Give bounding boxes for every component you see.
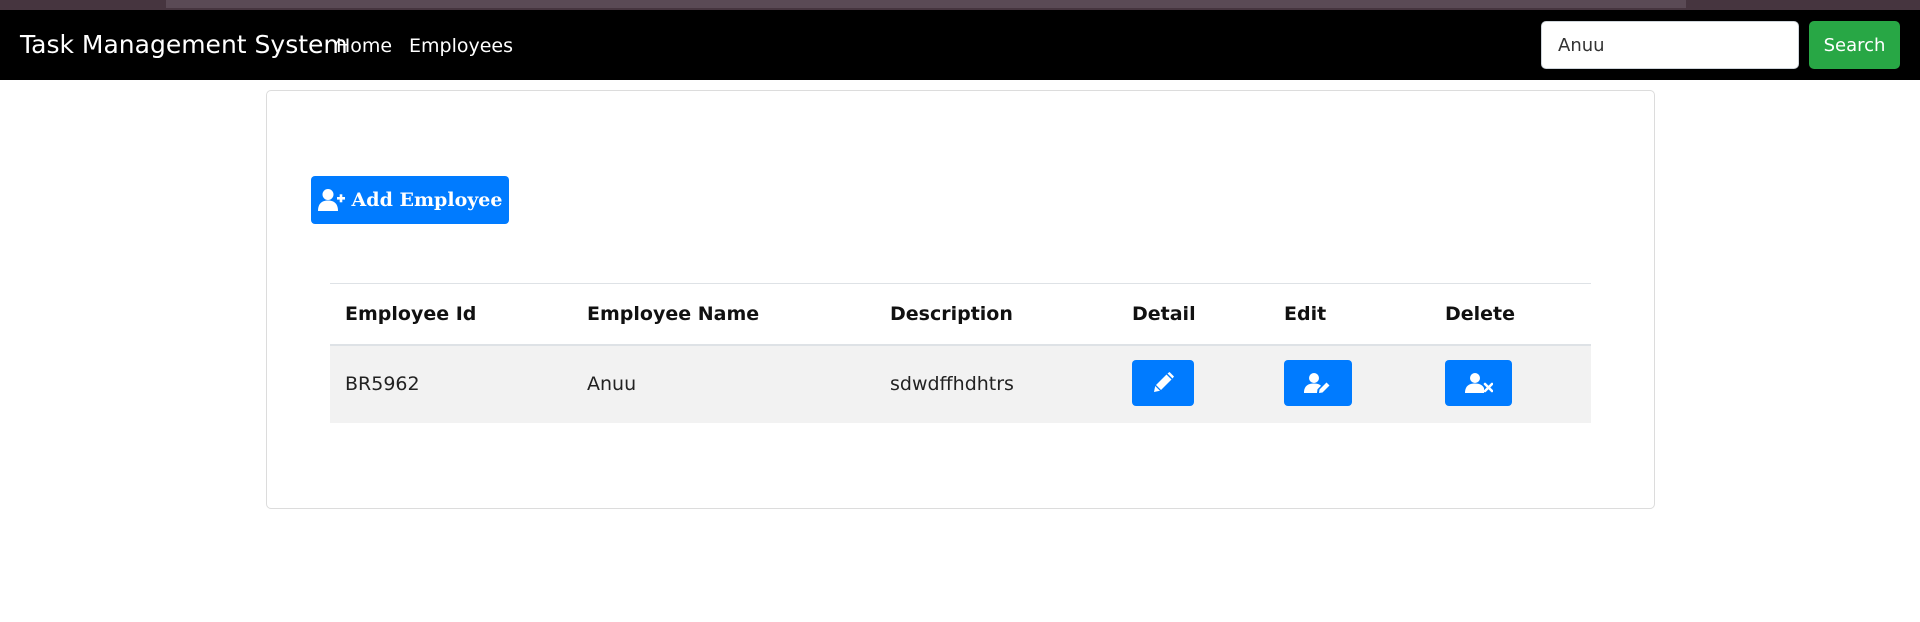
brand-title[interactable]: Task Management System xyxy=(20,29,348,61)
delete-button[interactable] xyxy=(1445,360,1512,406)
window-top-strip-inner xyxy=(166,0,1686,8)
window-top-strip xyxy=(0,0,1920,10)
nav-link-employees[interactable]: Employees xyxy=(409,34,513,58)
edit-button[interactable] xyxy=(1284,360,1352,406)
user-delete-icon xyxy=(1464,373,1493,393)
navbar: Task Management System Home Employees Se… xyxy=(0,10,1920,80)
add-employee-button[interactable]: Add Employee xyxy=(311,176,509,224)
cell-employee-name: Anuu xyxy=(587,373,637,395)
table-header-row: Employee Id Employee Name Description De… xyxy=(330,283,1591,345)
cell-description: sdwdffhdhtrs xyxy=(890,373,1014,395)
nav-link-home[interactable]: Home xyxy=(336,34,392,58)
header-detail: Detail xyxy=(1132,302,1196,325)
detail-button[interactable] xyxy=(1132,360,1194,406)
header-employee-name: Employee Name xyxy=(587,302,760,325)
table-row: BR5962 Anuu sdwdffhdhtrs xyxy=(330,344,1591,423)
pen-icon xyxy=(1154,372,1174,392)
header-delete: Delete xyxy=(1445,302,1516,325)
cell-edit xyxy=(1269,345,1430,423)
header-description: Description xyxy=(890,302,1013,325)
search-input[interactable] xyxy=(1541,21,1799,69)
cell-employee-id: BR5962 xyxy=(345,373,420,395)
employees-table-wrap: Employee Id Employee Name Description De… xyxy=(330,283,1591,423)
header-edit: Edit xyxy=(1284,302,1327,325)
cell-delete xyxy=(1430,345,1591,423)
user-plus-icon xyxy=(317,189,345,211)
employees-table: Employee Id Employee Name Description De… xyxy=(330,283,1591,423)
add-employee-label: Add Employee xyxy=(351,189,503,211)
user-edit-icon xyxy=(1304,373,1330,393)
search-button[interactable]: Search xyxy=(1809,21,1900,69)
cell-detail xyxy=(1117,345,1269,423)
header-employee-id: Employee Id xyxy=(345,302,477,325)
